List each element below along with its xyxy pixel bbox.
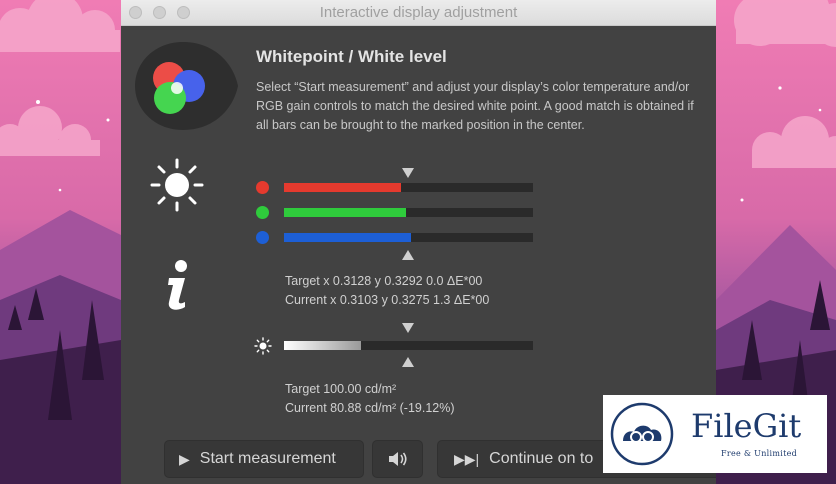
play-icon: ▶	[179, 450, 190, 467]
luminance-target: Target 100.00 cd/m²	[285, 382, 397, 396]
sound-toggle-button[interactable]	[372, 440, 423, 478]
whitepoint-current: Current x 0.3103 y 0.3275 1.3 ΔE*00	[285, 293, 490, 307]
red-dot-icon	[256, 181, 269, 194]
luminance-marker-bottom	[402, 357, 414, 367]
section-heading: Whitepoint / White level	[256, 47, 447, 66]
green-gain-bar	[284, 208, 533, 217]
green-dot-icon	[256, 206, 269, 219]
info-icon	[168, 260, 187, 310]
window-title: Interactive display adjustment	[319, 4, 518, 21]
center-marker-top	[402, 168, 414, 178]
filegit-watermark: FileGit Free & Unlimited	[603, 395, 827, 473]
luminance-fill	[284, 341, 362, 350]
luminance-marker-top	[402, 323, 414, 333]
start-measurement-button[interactable]: ▶ Start measurement	[164, 440, 364, 478]
green-gain-fill	[284, 208, 406, 217]
filegit-logo-icon	[610, 402, 674, 466]
start-measurement-label: Start measurement	[199, 450, 336, 467]
watermark-name: FileGit	[691, 407, 802, 445]
blue-gain-bar	[284, 233, 533, 242]
center-marker-bottom	[402, 250, 414, 260]
blue-dot-icon	[256, 231, 269, 244]
instructions-text: Select “Start measurement” and adjust yo…	[256, 80, 694, 132]
title-bar[interactable]: Interactive display adjustment	[121, 0, 716, 26]
speaker-icon	[388, 452, 407, 466]
whitepoint-target: Target x 0.3128 y 0.3292 0.0 ΔE*00	[285, 274, 483, 288]
luminance-bar	[284, 341, 533, 350]
rgb-circles-icon	[135, 42, 238, 130]
blue-gain-fill	[284, 233, 411, 242]
watermark-tagline: Free & Unlimited	[721, 449, 798, 458]
sun-icon	[150, 158, 204, 212]
red-gain-bar	[284, 183, 533, 192]
continue-label: Continue on to	[489, 450, 594, 467]
luminance-current: Current 80.88 cd/m² (-19.12%)	[285, 401, 455, 415]
red-gain-fill	[284, 183, 402, 192]
skip-forward-icon: ▶▶|	[454, 450, 480, 467]
small-sun-icon	[254, 337, 272, 355]
